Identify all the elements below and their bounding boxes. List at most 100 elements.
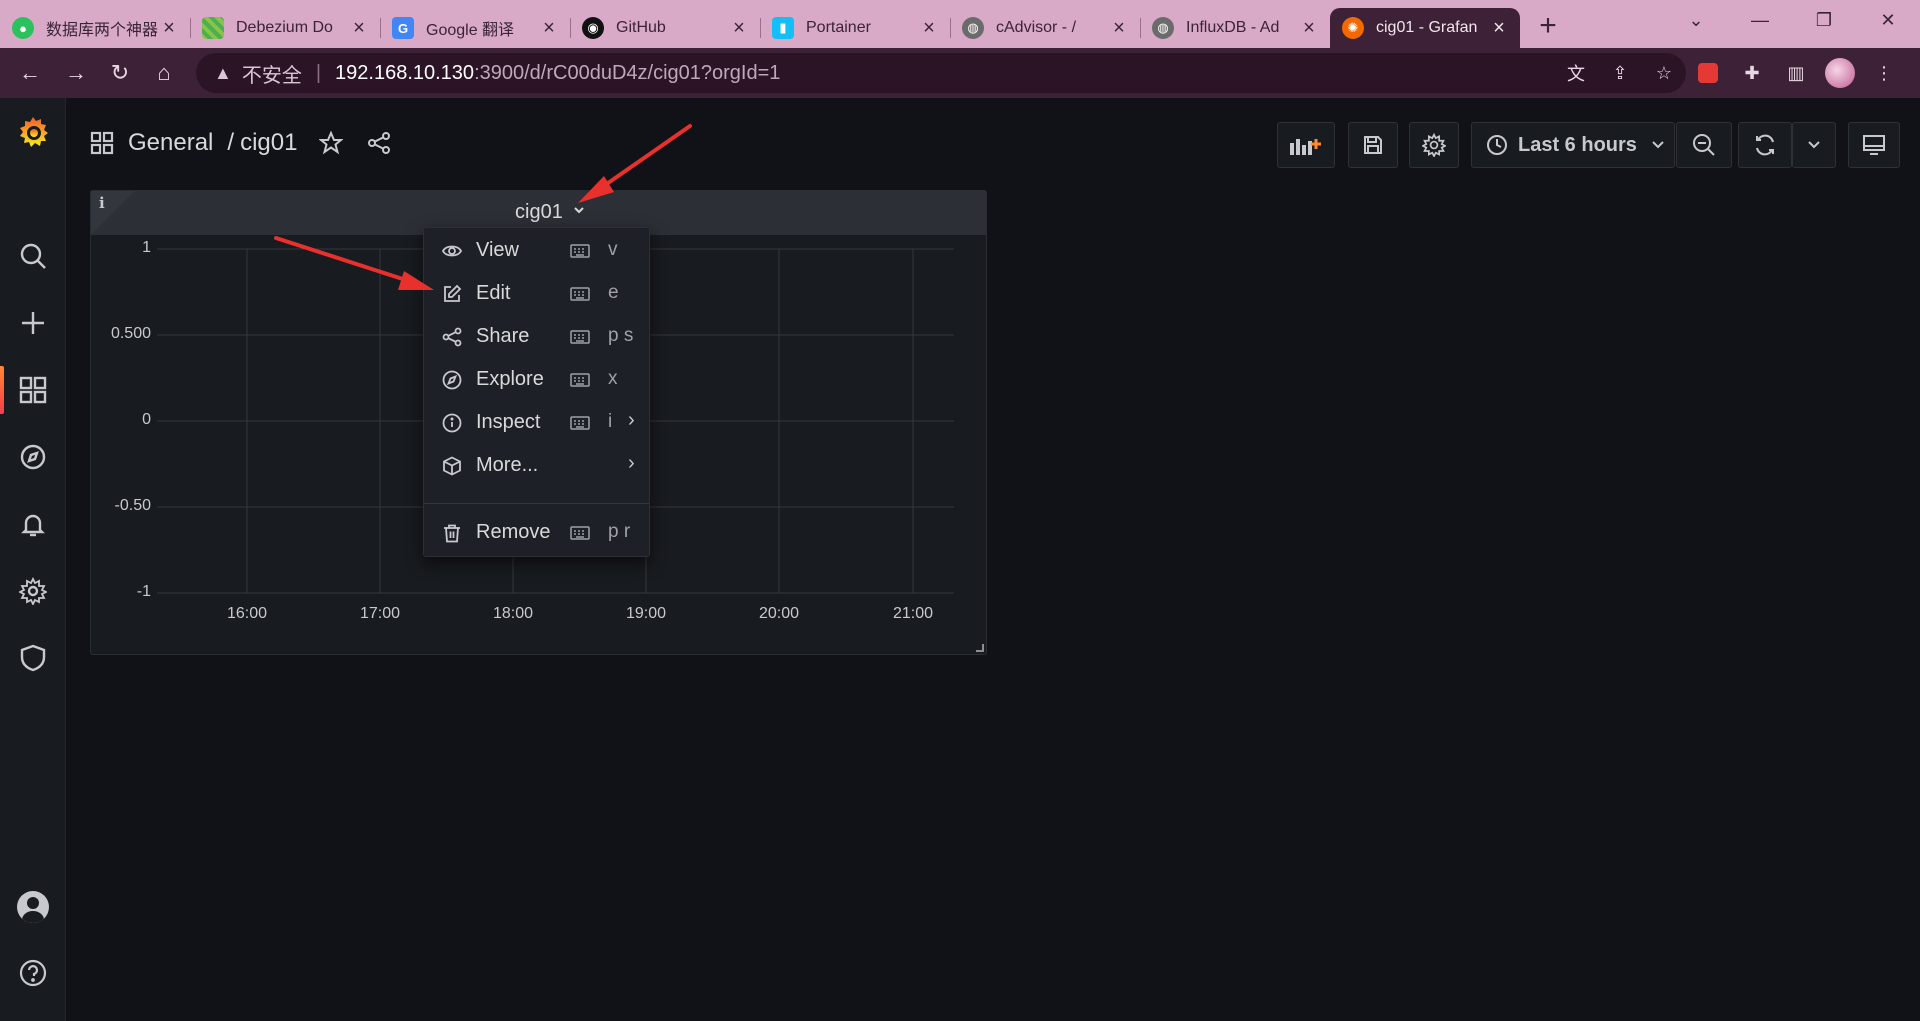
tab-title: cAdvisor - / [996, 19, 1077, 36]
refresh-interval-dropdown[interactable] [1792, 122, 1836, 168]
browser-tab[interactable]: ◍ cAdvisor - / × [950, 8, 1140, 48]
browser-tab[interactable]: ◍ InfluxDB - Ad × [1140, 8, 1330, 48]
home-icon[interactable]: ⌂ [144, 53, 184, 93]
profile-avatar[interactable] [1818, 58, 1862, 88]
help-icon[interactable] [0, 945, 66, 1001]
grafana-logo-icon[interactable] [0, 104, 66, 160]
x-tick-label: 20:00 [758, 605, 800, 622]
menu-item-more[interactable]: More... › [424, 446, 649, 486]
tab-close-icon[interactable]: × [1300, 18, 1318, 38]
x-tick-label: 16:00 [226, 605, 268, 622]
x-tick-label: 19:00 [625, 605, 667, 622]
tab-title: InfluxDB - Ad [1186, 19, 1280, 36]
extensions-puzzle-icon[interactable]: ✚ [1730, 63, 1774, 84]
tv-mode-button[interactable] [1848, 122, 1900, 168]
keyboard-icon [570, 244, 590, 258]
explore-compass-icon[interactable] [0, 429, 66, 485]
menu-item-inspect[interactable]: Inspect i › [424, 403, 649, 443]
reload-icon[interactable]: ↻ [100, 53, 140, 93]
forward-icon[interactable]: → [56, 53, 96, 93]
new-tab-button[interactable]: + [1530, 8, 1566, 44]
browser-tab[interactable]: ▮ Portainer × [760, 8, 950, 48]
tab-close-icon[interactable]: × [920, 18, 938, 38]
info-circle-icon [442, 413, 462, 433]
menu-item-view[interactable]: View v [424, 231, 649, 271]
dashboards-grid-icon[interactable] [0, 362, 66, 418]
browser-tab[interactable]: Debezium Do × [190, 8, 380, 48]
panel-info-corner[interactable] [91, 191, 135, 235]
time-range-picker[interactable]: Last 6 hours [1471, 122, 1675, 168]
server-admin-shield-icon[interactable] [0, 630, 66, 686]
extension-red-icon[interactable] [1686, 63, 1730, 83]
search-icon[interactable] [0, 228, 66, 284]
panel-title[interactable]: cig01 [515, 201, 563, 224]
compass-icon [442, 370, 462, 390]
grafana-sidenav [0, 98, 66, 1021]
save-dashboard-button[interactable] [1348, 122, 1398, 168]
menu-item-remove[interactable]: Remove p r [424, 513, 649, 553]
menu-item-shortcut: p s [608, 325, 634, 346]
info-icon: i [99, 194, 105, 212]
menu-item-explore[interactable]: Explore x [424, 360, 649, 400]
dashboards-grid-icon [90, 131, 114, 155]
menu-item-shortcut: i [608, 411, 613, 432]
menu-item-label: More... [476, 454, 539, 476]
menu-item-label: Edit [476, 282, 511, 304]
omnibox-actions: 文 ⇪ ☆ [1554, 53, 1686, 93]
tab-close-icon[interactable]: × [160, 18, 178, 38]
tab-close-icon[interactable]: × [1490, 18, 1508, 38]
address-input[interactable]: ▲ 不安全 | 192.168.10.130 :3900/d/rC00duD4z… [196, 53, 1686, 93]
keyboard-icon [570, 287, 590, 301]
close-window-icon[interactable]: ✕ [1856, 0, 1920, 40]
browser-menu-icon[interactable]: ⋮ [1862, 63, 1906, 84]
refresh-icon [1756, 134, 1774, 156]
tab-search-icon[interactable]: ⌄ [1664, 0, 1728, 40]
menu-item-share[interactable]: Share p s [424, 317, 649, 357]
menu-item-label: Remove [476, 521, 551, 543]
favorite-star-icon[interactable] [319, 131, 344, 155]
y-tick-label: -0.50 [114, 497, 151, 514]
menu-item-edit[interactable]: Edit e [424, 274, 649, 314]
menu-item-shortcut: v [608, 239, 618, 260]
side-panel-icon[interactable]: ▥ [1774, 63, 1818, 84]
eye-icon [442, 245, 462, 257]
zoom-out-button[interactable] [1676, 122, 1732, 168]
menu-divider [424, 503, 649, 504]
add-panel-icon [1290, 139, 1321, 155]
browser-tab[interactable]: ◉ GitHub × [570, 8, 760, 48]
panel-resize-handle[interactable] [976, 644, 984, 652]
tab-close-icon[interactable]: × [540, 18, 558, 38]
share-page-icon[interactable]: ⇪ [1598, 63, 1642, 84]
browser-tab-active[interactable]: ✺ cig01 - Grafan × [1330, 8, 1520, 48]
browser-toolbar: ← → ↻ ⌂ ▲ 不安全 | 192.168.10.130 :3900/d/r… [0, 48, 1920, 98]
clock-icon [1487, 135, 1507, 155]
breadcrumb-folder[interactable]: General [128, 129, 213, 157]
tab-close-icon[interactable]: × [1110, 18, 1128, 38]
tab-title: Portainer [806, 19, 871, 36]
bookmark-star-icon[interactable]: ☆ [1642, 63, 1686, 84]
save-icon [1364, 136, 1382, 154]
user-avatar[interactable] [0, 879, 66, 935]
restore-icon[interactable]: ❐ [1792, 0, 1856, 40]
browser-tab[interactable]: ● 数据库两个神器 × [0, 8, 190, 48]
create-plus-icon[interactable] [0, 295, 66, 351]
alerting-bell-icon[interactable] [0, 496, 66, 552]
dashboard-settings-button[interactable] [1409, 122, 1459, 168]
menu-item-label: Inspect [476, 411, 541, 433]
add-panel-button[interactable] [1277, 122, 1335, 168]
dashboard-title[interactable]: cig01 [240, 129, 297, 157]
minimize-icon[interactable]: — [1728, 0, 1792, 40]
browser-tab[interactable]: G Google 翻译 × [380, 8, 570, 48]
menu-item-label: Share [476, 325, 530, 347]
back-icon[interactable]: ← [10, 53, 50, 93]
menu-item-shortcut: p r [608, 521, 631, 542]
keyboard-icon [570, 416, 590, 430]
share-icon [442, 327, 462, 347]
y-tick-label: 0 [142, 411, 151, 428]
tab-close-icon[interactable]: × [730, 18, 748, 38]
share-dashboard-icon[interactable] [367, 131, 391, 155]
tab-close-icon[interactable]: × [350, 18, 368, 38]
translate-icon[interactable]: 文 [1554, 60, 1598, 86]
configuration-gear-icon[interactable] [0, 563, 66, 619]
refresh-button[interactable] [1738, 122, 1792, 168]
